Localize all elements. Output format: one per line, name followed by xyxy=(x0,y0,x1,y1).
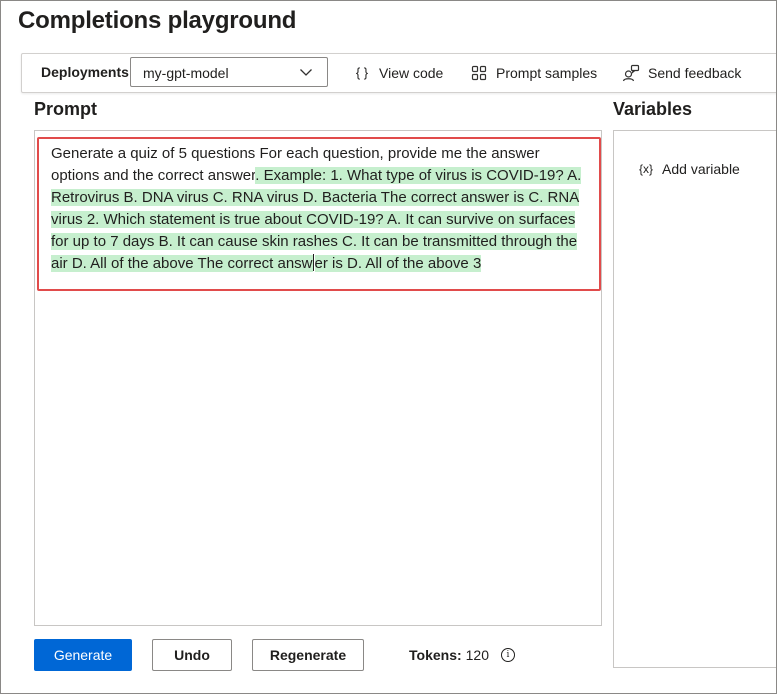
variable-braces-icon: {x} xyxy=(639,162,654,176)
token-count: Tokens: 120 i xyxy=(409,647,515,663)
prompt-text-highlighted-tail: er is D. All of the above 3 xyxy=(314,255,482,272)
variables-section-title: Variables xyxy=(613,99,693,119)
add-variable-label: Add variable xyxy=(662,161,740,177)
variables-panel: {x} Add variable xyxy=(613,130,776,668)
deployments-label: Deployments xyxy=(41,64,129,80)
grid-icon xyxy=(471,65,487,81)
tokens-label: Tokens: xyxy=(409,647,462,663)
page-title: Completions playground xyxy=(18,7,297,34)
prompt-section-title: Prompt xyxy=(34,99,97,119)
tokens-value: 120 xyxy=(465,647,489,663)
deployment-selected-value: my-gpt-model xyxy=(143,65,229,81)
prompt-text: Generate a quiz of 5 questions For each … xyxy=(51,143,591,275)
send-feedback-label: Send feedback xyxy=(648,65,742,81)
prompt-samples-button[interactable]: Prompt samples xyxy=(470,63,597,83)
prompt-samples-label: Prompt samples xyxy=(496,65,598,81)
prompt-textarea[interactable]: Generate a quiz of 5 questions For each … xyxy=(34,130,602,626)
braces-icon: { } xyxy=(355,65,369,80)
chevron-down-icon xyxy=(300,69,312,76)
toolbar: Deployments my-gpt-model { } View code P… xyxy=(21,53,776,93)
feedback-person-icon xyxy=(622,64,640,82)
send-feedback-button[interactable]: Send feedback xyxy=(622,63,741,83)
add-variable-button[interactable]: {x} Add variable xyxy=(639,161,740,177)
playground-window: Completions playground Deployments my-gp… xyxy=(0,0,777,694)
info-icon[interactable]: i xyxy=(501,648,515,662)
regenerate-button[interactable]: Regenerate xyxy=(252,639,364,671)
text-cursor xyxy=(313,254,315,271)
view-code-label: View code xyxy=(379,65,444,81)
view-code-button[interactable]: { } View code xyxy=(353,63,444,83)
generate-button[interactable]: Generate xyxy=(34,639,132,671)
undo-button[interactable]: Undo xyxy=(152,639,232,671)
deployment-dropdown[interactable]: my-gpt-model xyxy=(130,57,328,87)
